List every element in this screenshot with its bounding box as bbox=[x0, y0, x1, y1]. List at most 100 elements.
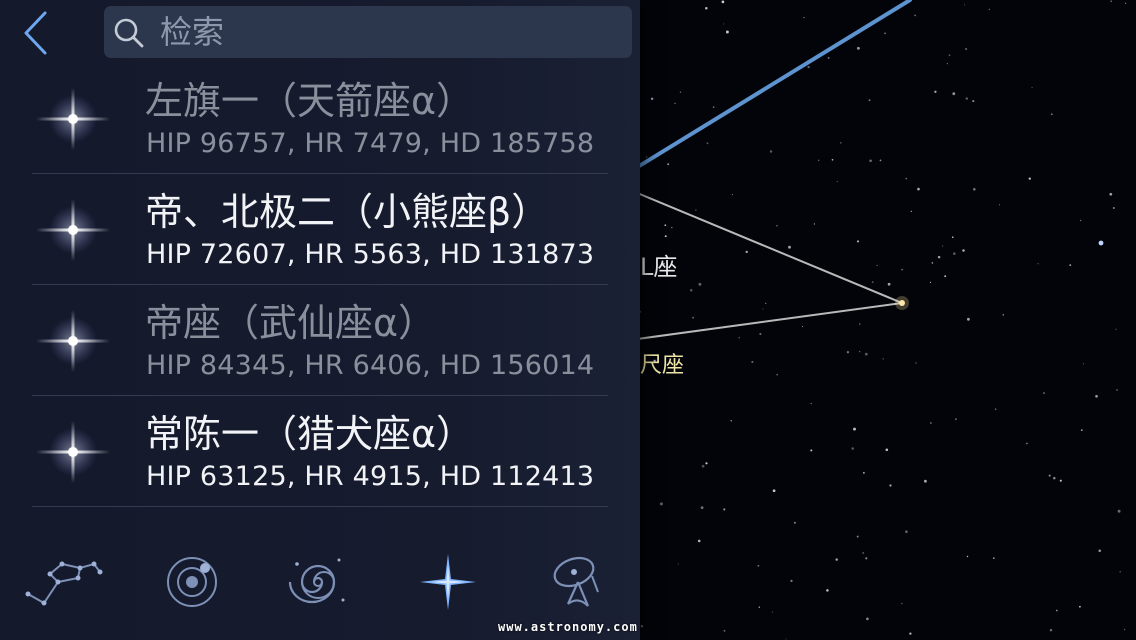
background-star bbox=[757, 564, 760, 567]
category-tab-bar bbox=[0, 540, 640, 624]
background-star bbox=[1125, 2, 1127, 4]
blue-star bbox=[1098, 240, 1104, 246]
background-star bbox=[859, 351, 861, 353]
list-item[interactable]: 帝座（武仙座α） HIP 84345, HR 6406, HD 156014 bbox=[0, 285, 640, 396]
background-star bbox=[701, 464, 705, 468]
background-star bbox=[1069, 264, 1072, 266]
solar-system-icon bbox=[167, 557, 217, 607]
star-icon bbox=[420, 554, 476, 610]
background-star bbox=[951, 236, 954, 238]
tab-solar-system[interactable] bbox=[144, 540, 240, 624]
app-screen: L座 尺座 左旗一（天箭座α） HIP 96757, HR 7479, HD 1… bbox=[0, 0, 1136, 640]
star-icon bbox=[36, 88, 110, 150]
search-box[interactable] bbox=[104, 6, 632, 58]
background-star bbox=[793, 521, 796, 524]
background-star bbox=[914, 14, 916, 17]
constellation-label: L座 bbox=[640, 253, 678, 281]
background-star bbox=[671, 226, 673, 229]
background-star bbox=[803, 17, 805, 19]
background-star bbox=[831, 158, 834, 161]
background-star bbox=[965, 48, 968, 50]
background-star bbox=[966, 555, 969, 558]
background-star bbox=[1117, 509, 1121, 513]
watermark: www.astronomy.com bbox=[498, 620, 638, 634]
background-star bbox=[759, 332, 762, 336]
list-item[interactable]: 左旗一（天箭座α） HIP 96757, HR 7479, HD 185758 bbox=[0, 63, 640, 174]
background-star bbox=[1082, 363, 1085, 365]
background-star bbox=[1050, 113, 1053, 116]
background-star bbox=[1095, 395, 1098, 398]
tab-stars[interactable] bbox=[400, 540, 496, 624]
background-stars bbox=[639, 0, 1127, 640]
background-star bbox=[1031, 86, 1033, 89]
background-star bbox=[962, 249, 965, 252]
background-star bbox=[856, 46, 860, 50]
background-star bbox=[700, 506, 704, 510]
background-star bbox=[697, 539, 701, 543]
background-star bbox=[889, 484, 892, 487]
background-star bbox=[771, 611, 773, 613]
background-star bbox=[882, 358, 884, 360]
background-star bbox=[931, 262, 934, 264]
background-star bbox=[810, 449, 813, 452]
background-star bbox=[706, 142, 709, 145]
background-star bbox=[866, 617, 869, 621]
background-star bbox=[946, 63, 948, 65]
tab-satellites[interactable] bbox=[528, 540, 624, 624]
background-star bbox=[901, 603, 903, 605]
background-star bbox=[723, 629, 726, 632]
background-star bbox=[915, 362, 917, 364]
background-star bbox=[876, 264, 878, 266]
search-icon bbox=[114, 18, 144, 48]
background-star bbox=[992, 557, 995, 559]
list-item[interactable]: 帝、北极二（小熊座β） HIP 72607, HR 5563, HD 13187… bbox=[0, 174, 640, 285]
background-star bbox=[826, 589, 829, 592]
background-star bbox=[868, 99, 871, 102]
search-panel: 左旗一（天箭座α） HIP 96757, HR 7479, HD 185758 … bbox=[0, 0, 640, 640]
background-star bbox=[839, 142, 842, 144]
search-input[interactable] bbox=[160, 10, 620, 54]
background-star bbox=[674, 102, 676, 104]
star-name: 帝、北极二（小熊座β） bbox=[145, 190, 550, 234]
background-star bbox=[725, 30, 729, 34]
background-star bbox=[810, 402, 812, 405]
background-star bbox=[862, 551, 865, 554]
background-star bbox=[923, 479, 927, 483]
tab-constellations[interactable] bbox=[16, 540, 112, 624]
background-star bbox=[934, 90, 937, 93]
background-star bbox=[1049, 628, 1053, 632]
background-star bbox=[859, 323, 861, 325]
star-catalog-ids: HIP 72607, HR 5563, HD 131873 bbox=[146, 239, 595, 270]
background-star bbox=[751, 360, 754, 364]
background-star bbox=[1119, 571, 1121, 573]
tab-deep-sky[interactable] bbox=[270, 540, 366, 624]
background-star bbox=[884, 32, 886, 35]
back-button[interactable] bbox=[14, 8, 58, 58]
background-star bbox=[869, 159, 872, 163]
background-star bbox=[802, 326, 804, 328]
background-star bbox=[772, 489, 776, 493]
list-item[interactable]: 常陈一（猎犬座α） HIP 63125, HR 4915, HD 112413 bbox=[0, 396, 640, 507]
chevron-left-icon bbox=[24, 11, 47, 55]
background-star bbox=[942, 245, 944, 247]
background-star bbox=[640, 625, 644, 628]
star-catalog-ids: HIP 63125, HR 4915, HD 112413 bbox=[146, 461, 595, 492]
background-star bbox=[790, 579, 793, 583]
background-star bbox=[972, 100, 975, 103]
background-star bbox=[723, 23, 725, 25]
background-star bbox=[988, 8, 991, 11]
background-star bbox=[721, 0, 725, 4]
background-star bbox=[1026, 442, 1028, 445]
background-star bbox=[723, 508, 726, 511]
background-star bbox=[952, 252, 956, 256]
background-star bbox=[853, 427, 856, 431]
background-star bbox=[695, 209, 697, 211]
background-star bbox=[1002, 314, 1005, 316]
background-star bbox=[966, 317, 970, 321]
background-star bbox=[1037, 263, 1039, 265]
background-star bbox=[1042, 392, 1046, 395]
star-icon bbox=[36, 421, 110, 483]
bright-star-glow bbox=[895, 296, 909, 310]
background-star bbox=[994, 408, 997, 410]
star-list: 左旗一（天箭座α） HIP 96757, HR 7479, HD 185758 … bbox=[0, 63, 640, 507]
